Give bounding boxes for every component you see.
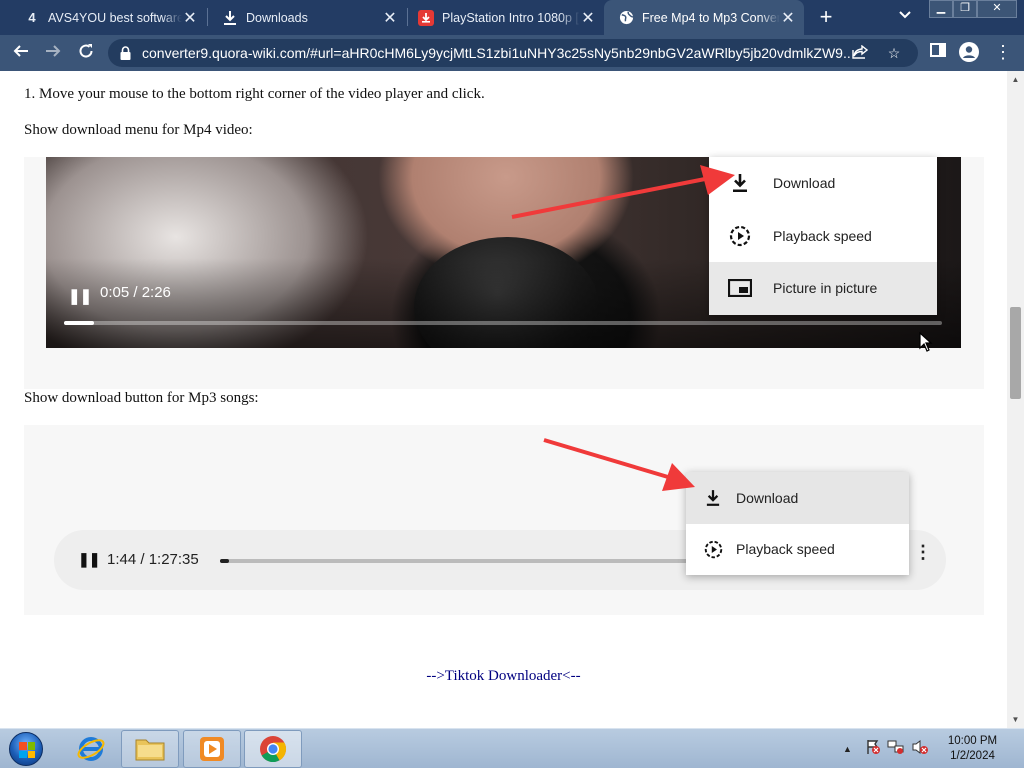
instruction-text: 1. Move your mouse to the bottom right c… — [24, 86, 485, 102]
download-icon — [700, 489, 726, 506]
tab-strip: 4 AVS4YOU best software f ✕ Downloads ✕ … — [0, 0, 1024, 35]
mouse-cursor-icon — [919, 332, 933, 352]
show-hidden-icons-icon[interactable]: ▲ — [843, 744, 859, 754]
video-menu-item-download: Download — [709, 157, 937, 210]
lock-icon[interactable] — [118, 46, 132, 60]
side-panel-icon[interactable] — [927, 42, 949, 64]
tab-playstation[interactable]: PlayStation Intro 1080p [ ✕ — [404, 0, 604, 35]
minimize-button[interactable]: ▁ — [929, 0, 953, 18]
close-icon[interactable]: ✕ — [780, 8, 796, 28]
download-favicon-red — [418, 9, 434, 26]
tab-title: AVS4YOU best software f — [48, 10, 182, 25]
tab-downloads[interactable]: Downloads ✕ — [208, 0, 406, 35]
windows-logo-icon — [9, 732, 43, 766]
audio-progress-fill — [220, 559, 230, 563]
system-tray: ▲ — [843, 729, 929, 768]
pause-icon: ❚❚ — [68, 288, 92, 305]
back-button[interactable] — [9, 41, 33, 65]
tab-title: Downloads — [246, 10, 308, 25]
video-menu-label: Download — [773, 175, 836, 192]
playback-speed-icon — [727, 225, 753, 247]
audio-context-menu: Download Playback speed — [686, 472, 909, 575]
video-menu-label: Playback speed — [773, 227, 872, 244]
picture-in-picture-icon — [727, 279, 753, 298]
forward-button[interactable] — [41, 41, 65, 65]
video-menu-item-playback-speed: Playback speed — [709, 210, 937, 263]
page-scrollbar[interactable]: ▲ ▼ — [1007, 71, 1024, 728]
download-icon — [727, 174, 753, 193]
video-time: 0:05 / 2:26 — [100, 284, 171, 301]
media-player-icon[interactable] — [183, 730, 241, 768]
globe-icon — [618, 10, 634, 26]
audio-menu-item-playback-speed: Playback speed — [686, 524, 909, 576]
download-icon — [222, 10, 238, 26]
window-controls: ▁ ❐ ✕ — [929, 0, 1017, 18]
mp4-section-label: Show download menu for Mp4 video: — [24, 122, 253, 138]
menu-kebab-icon[interactable]: ⋮ — [992, 42, 1014, 64]
tab-search-chevron-icon[interactable] — [895, 8, 915, 28]
maximize-button[interactable]: ❐ — [953, 0, 977, 18]
start-button[interactable] — [4, 730, 48, 768]
clock-date: 1/2/2024 — [950, 750, 995, 762]
close-window-button[interactable]: ✕ — [977, 0, 1017, 18]
close-icon[interactable]: ✕ — [182, 8, 198, 28]
internet-explorer-icon[interactable] — [62, 730, 120, 768]
tiktok-downloader-link[interactable]: -->Tiktok Downloader<-- — [0, 668, 1007, 685]
tab-avs4you[interactable]: 4 AVS4YOU best software f ✕ — [10, 0, 206, 35]
chrome-icon[interactable] — [244, 730, 302, 768]
action-center-flag-icon[interactable] — [865, 739, 881, 760]
tab-title: Free Mp4 to Mp3 Conver — [642, 10, 780, 25]
windows-taskbar: ▲ 10:00 PM 1/2/2024 — [0, 728, 1024, 768]
reload-button[interactable] — [74, 41, 98, 65]
audio-menu-label: Playback speed — [736, 541, 835, 558]
scrollbar-thumb[interactable] — [1010, 307, 1021, 399]
share-icon[interactable] — [850, 44, 870, 62]
audio-menu-label: Download — [736, 489, 799, 506]
volume-muted-icon[interactable] — [911, 739, 929, 760]
scroll-down-arrow-icon[interactable]: ▼ — [1007, 711, 1024, 728]
video-menu-item-picture-in-picture: Picture in picture — [709, 262, 937, 315]
video-progress-track — [64, 321, 942, 325]
mp3-section-label: Show download button for Mp3 songs: — [24, 390, 259, 406]
audio-progress-track — [220, 559, 690, 563]
url-text[interactable]: converter9.quora-wiki.com/#url=aHR0cHM6L… — [142, 45, 850, 61]
video-progress-fill — [64, 321, 94, 325]
profile-avatar-icon[interactable] — [958, 42, 980, 64]
avs4you-favicon: 4 — [28, 10, 36, 25]
browser-toolbar: converter9.quora-wiki.com/#url=aHR0cHM6L… — [0, 35, 1024, 71]
video-menu-label: Picture in picture — [773, 280, 878, 297]
audio-menu-item-download: Download — [686, 472, 909, 524]
video-context-menu: Download Playback speed Picture in pictu… — [709, 157, 937, 315]
page-viewport: 1. Move your mouse to the bottom right c… — [0, 71, 1007, 728]
tab-mp4-converter[interactable]: Free Mp4 to Mp3 Conver ✕ — [604, 0, 804, 35]
audio-time: 1:44 / 1:27:35 — [107, 551, 199, 568]
tab-title: PlayStation Intro 1080p [ — [442, 10, 579, 25]
pause-icon: ❚❚ — [78, 551, 100, 567]
playback-speed-icon — [700, 540, 726, 559]
audio-more-icon: ⋮ — [914, 542, 932, 562]
network-icon[interactable] — [887, 739, 905, 760]
close-icon[interactable]: ✕ — [580, 8, 596, 28]
file-explorer-icon[interactable] — [121, 730, 179, 768]
scroll-up-arrow-icon[interactable]: ▲ — [1007, 71, 1024, 88]
bookmark-star-icon[interactable]: ☆ — [884, 45, 904, 62]
clock-time: 10:00 PM — [947, 735, 998, 747]
new-tab-button[interactable]: + — [814, 6, 838, 30]
taskbar-clock[interactable]: 10:00 PM 1/2/2024 — [930, 734, 1015, 764]
address-bar[interactable]: converter9.quora-wiki.com/#url=aHR0cHM6L… — [108, 39, 918, 67]
close-icon[interactable]: ✕ — [382, 8, 398, 28]
